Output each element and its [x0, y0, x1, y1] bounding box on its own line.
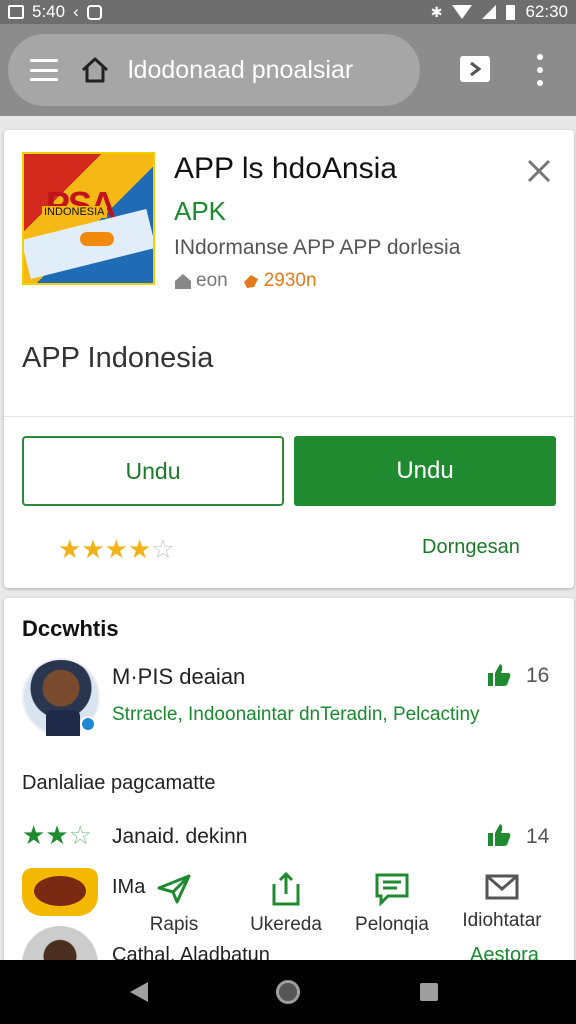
url-bar[interactable]: ldodonaad pnoalsiar — [8, 34, 420, 106]
reviewer-avatar[interactable] — [22, 658, 100, 736]
verified-badge-icon — [80, 716, 96, 732]
photo-icon — [8, 5, 24, 19]
action-idiohtatar[interactable]: Idiohtatar — [452, 872, 552, 932]
send-icon — [157, 874, 191, 904]
star-icon: ★ — [45, 820, 69, 850]
status-bar: 5:40 ‹ ✱ 62:30 — [0, 0, 576, 24]
app-rating-stars: ★★★★☆ — [58, 534, 175, 565]
download-primary-button[interactable]: Undu — [294, 436, 556, 506]
thumbs-up-icon[interactable] — [486, 662, 512, 688]
wifi-icon — [452, 5, 473, 19]
reviewer-avatar-2[interactable] — [22, 868, 98, 916]
status-time: 5:40 — [32, 2, 66, 21]
home-small-icon — [175, 274, 191, 289]
star-icon: ☆ — [151, 534, 175, 564]
action-label: Rapis — [149, 914, 199, 935]
app-icon: PSA INDONESIA — [22, 152, 155, 285]
star-icon: ☆ — [68, 820, 92, 850]
battery-icon — [506, 4, 516, 20]
app-description: INdormanse APP APP dorlesia — [174, 236, 461, 259]
thumbs-up-icon[interactable] — [486, 822, 512, 848]
reviewer-name: M·PIS deaian — [112, 664, 246, 689]
review-title: Danlaliae pagcamatte — [22, 772, 216, 794]
home-icon[interactable] — [80, 56, 110, 84]
url-text[interactable]: ldodonaad pnoalsiar — [128, 56, 398, 85]
like-count-2: 14 — [526, 825, 550, 848]
hamburger-menu-icon[interactable] — [30, 59, 58, 81]
status-clock: 62:30 — [525, 2, 568, 21]
download-outline-button[interactable]: Undu — [22, 436, 284, 506]
app-notification-icon — [86, 4, 102, 20]
rate-link[interactable]: Dorngesan — [422, 536, 520, 559]
divider — [4, 416, 574, 417]
meta-right: 2930n — [263, 270, 317, 291]
star-icon: ★ — [58, 534, 82, 564]
share-icon — [272, 872, 300, 906]
app-meta: eon 2930n — [174, 270, 317, 292]
star-icon: ★ — [22, 820, 46, 850]
action-rapis[interactable]: Rapis — [124, 872, 224, 936]
close-icon[interactable] — [524, 156, 554, 186]
home-button-icon[interactable] — [276, 980, 300, 1004]
system-nav-bar — [0, 960, 576, 1024]
back-icon[interactable] — [130, 982, 148, 1002]
review-rating-stars: ★★☆ — [22, 820, 92, 851]
mail-icon — [485, 874, 519, 900]
app-name-large: APP Indonesia — [22, 342, 214, 374]
star-icon: ★ — [104, 534, 128, 564]
bluetooth-icon: ✱ — [430, 3, 443, 20]
action-ukereda[interactable]: Ukereda — [236, 872, 336, 936]
flame-icon — [243, 275, 258, 288]
reviewer-name-2: Janaid. dekinn — [112, 825, 248, 848]
star-icon: ★ — [127, 534, 152, 564]
action-label: Pelonqia — [355, 914, 429, 935]
action-label: Ukereda — [250, 914, 322, 935]
tabs-icon[interactable] — [460, 56, 490, 82]
reviews-section-title: Dccwhtis — [22, 616, 119, 641]
message-icon — [375, 873, 409, 906]
arrow-icon: ‹ — [73, 2, 79, 21]
action-pelonqia[interactable]: Pelonqia — [342, 872, 442, 936]
browser-toolbar: ldodonaad pnoalsiar — [0, 24, 576, 116]
more-options-icon[interactable] — [536, 54, 544, 86]
app-type: APK — [174, 196, 227, 226]
star-icon: ★ — [81, 534, 105, 564]
app-title: APP ls hdoAnsia — [174, 152, 397, 185]
recent-apps-icon[interactable] — [420, 983, 438, 1001]
meta-left: eon — [196, 270, 228, 291]
like-count: 16 — [526, 664, 550, 687]
review-text: Strracle, Indoonaintar dnTeradin, Pelcac… — [112, 704, 480, 725]
action-label: Idiohtatar — [462, 910, 542, 931]
signal-icon — [482, 5, 497, 19]
app-card: PSA INDONESIA APP ls hdoAnsia APK INdorm… — [4, 130, 574, 588]
